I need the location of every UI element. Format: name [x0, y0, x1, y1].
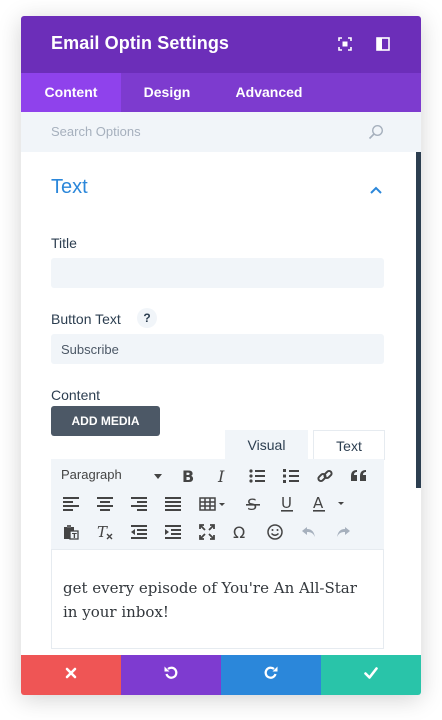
title-label: Title: [51, 235, 77, 251]
content-label: Content: [51, 387, 101, 403]
tab-advanced[interactable]: Advanced: [213, 73, 325, 112]
numbered-list-icon[interactable]: [280, 466, 302, 486]
align-left-icon[interactable]: [60, 494, 82, 514]
focus-icon[interactable]: [336, 35, 354, 53]
search-input[interactable]: Search Options: [51, 124, 141, 139]
button-text-label: Button Text: [51, 311, 121, 327]
indent-icon[interactable]: [162, 522, 184, 542]
align-right-icon[interactable]: [128, 494, 150, 514]
tab-text[interactable]: Text: [313, 430, 385, 460]
outdent-icon[interactable]: [128, 522, 150, 542]
dropdown-arrow-icon[interactable]: [147, 466, 169, 486]
clear-formatting-icon[interactable]: T: [94, 522, 116, 542]
underline-icon[interactable]: U: [276, 494, 298, 514]
title-input[interactable]: [51, 258, 384, 288]
discard-button[interactable]: [21, 655, 121, 695]
modal-header: Email Optin Settings: [21, 16, 421, 73]
close-icon: [65, 666, 77, 684]
redo-icon: [263, 665, 279, 686]
editor-content[interactable]: get every episode of You're An All-Star …: [63, 576, 373, 624]
undo-button[interactable]: [121, 655, 221, 695]
format-select[interactable]: Paragraph: [61, 467, 122, 482]
text-color-icon[interactable]: A: [309, 494, 349, 514]
emoji-icon[interactable]: [264, 522, 286, 542]
svg-text:Ω: Ω: [233, 524, 245, 540]
modal-title: Email Optin Settings: [51, 33, 230, 53]
scrollbar[interactable]: [416, 152, 421, 488]
table-icon[interactable]: [197, 494, 229, 514]
bold-icon[interactable]: B: [177, 466, 199, 486]
section-title[interactable]: Text: [51, 176, 88, 199]
save-button[interactable]: [321, 655, 421, 695]
tab-visual[interactable]: Visual: [225, 430, 308, 460]
svg-text:I: I: [217, 468, 225, 484]
tab-content[interactable]: Content: [21, 73, 121, 112]
italic-icon[interactable]: I: [212, 466, 234, 486]
special-character-icon[interactable]: Ω: [230, 522, 252, 542]
undo-icon: [163, 665, 179, 686]
paste-text-icon[interactable]: T: [60, 522, 82, 542]
settings-body: Text Title Button Text ? Subscribe Conte…: [21, 152, 421, 655]
help-icon[interactable]: ?: [137, 308, 157, 328]
undo-edit-icon[interactable]: [298, 522, 320, 542]
svg-text:T: T: [72, 532, 77, 540]
button-text-input[interactable]: Subscribe: [51, 334, 384, 364]
modal-footer: [21, 655, 421, 695]
align-center-icon[interactable]: [94, 494, 116, 514]
quote-icon[interactable]: [348, 466, 370, 486]
svg-text:T: T: [97, 524, 108, 540]
sidebar-layout-icon[interactable]: [374, 35, 392, 53]
check-icon: [364, 666, 378, 684]
settings-modal: Email Optin Settings Content Design Adva…: [21, 16, 421, 695]
button-text-value: Subscribe: [61, 342, 119, 357]
content-editor[interactable]: get every episode of You're An All-Star …: [51, 549, 384, 649]
tab-design[interactable]: Design: [121, 73, 213, 112]
svg-text:B: B: [182, 468, 194, 484]
strikethrough-icon[interactable]: S: [242, 494, 264, 514]
search-icon: [368, 124, 384, 145]
chevron-up-icon[interactable]: [369, 182, 383, 200]
tab-bar: Content Design Advanced: [21, 73, 421, 112]
svg-text:U: U: [281, 496, 292, 512]
add-media-button[interactable]: ADD MEDIA: [51, 406, 160, 436]
redo-edit-icon[interactable]: [332, 522, 354, 542]
editor-toolbar: Paragraph B I S U A T T: [51, 459, 384, 549]
bullet-list-icon[interactable]: [246, 466, 268, 486]
search-options[interactable]: Search Options: [21, 112, 421, 152]
fullscreen-icon[interactable]: [196, 522, 218, 542]
redo-button[interactable]: [221, 655, 321, 695]
link-icon[interactable]: [314, 466, 336, 486]
align-justify-icon[interactable]: [162, 494, 184, 514]
svg-text:A: A: [313, 496, 324, 512]
